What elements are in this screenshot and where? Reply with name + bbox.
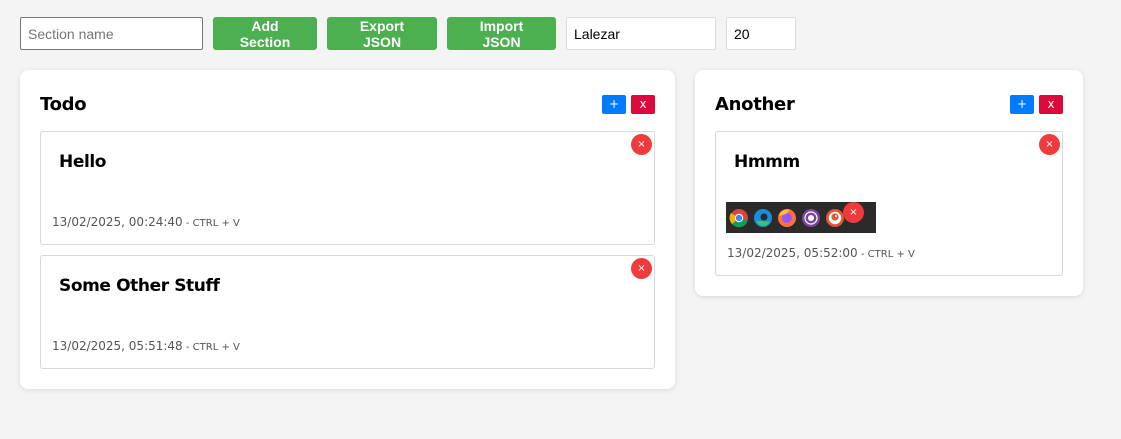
- card-timestamp: 13/02/2025, 05:51:48: [52, 339, 183, 353]
- firefox-icon: [777, 208, 797, 228]
- card-meta: 13/02/2025, 05:52:00 - CTRL + V: [727, 246, 915, 260]
- delete-section-button[interactable]: x: [1039, 94, 1063, 114]
- add-card-button[interactable]: +: [602, 94, 626, 114]
- section-header: Another + x: [715, 92, 1063, 116]
- card-timestamp: 13/02/2025, 05:52:00: [727, 246, 858, 260]
- clip-card[interactable]: Some Other Stuff 13/02/2025, 05:51:48 - …: [40, 255, 655, 369]
- card-source: - CTRL + V: [857, 249, 915, 260]
- font-size-input[interactable]: [726, 17, 796, 50]
- card-title: Hmmm: [734, 152, 800, 172]
- card-timestamp: 13/02/2025, 00:24:40: [52, 215, 183, 229]
- section-actions: + x: [602, 94, 655, 114]
- section-todo: Todo + x Hello 13/02/2025, 00:24:40 - CT…: [20, 70, 675, 389]
- chrome-icon: [729, 208, 749, 228]
- card-source: - CTRL + V: [182, 342, 240, 353]
- section-header: Todo + x: [40, 92, 655, 116]
- section-name-input[interactable]: [20, 17, 203, 50]
- import-json-button[interactable]: Import JSON: [447, 17, 556, 50]
- card-meta: 13/02/2025, 05:51:48 - CTRL + V: [52, 339, 240, 353]
- delete-section-button[interactable]: x: [631, 94, 655, 114]
- close-icon[interactable]: ×: [1039, 134, 1060, 155]
- export-json-button[interactable]: Export JSON: [327, 17, 437, 50]
- section-title: Another: [715, 93, 795, 115]
- close-icon[interactable]: ×: [631, 258, 652, 279]
- add-section-button[interactable]: Add Section: [213, 17, 317, 50]
- section-another: Another + x Hmmm × 13/02/2025, 05:52:00 …: [695, 70, 1083, 296]
- clip-card[interactable]: Hello 13/02/2025, 00:24:40 - CTRL + V ×: [40, 131, 655, 245]
- card-meta: 13/02/2025, 00:24:40 - CTRL + V: [52, 215, 240, 229]
- section-title: Todo: [40, 93, 87, 115]
- image-close-icon[interactable]: ×: [843, 202, 864, 223]
- clip-card[interactable]: Hmmm × 13/02/2025, 05:52:00 - CTRL + V ×: [715, 131, 1063, 276]
- font-name-input[interactable]: [566, 17, 716, 50]
- edge-icon: [753, 208, 773, 228]
- card-source: - CTRL + V: [182, 218, 240, 229]
- duckduckgo-icon: [825, 208, 845, 228]
- card-title: Some Other Stuff: [59, 276, 220, 296]
- card-title: Hello: [59, 152, 107, 172]
- section-actions: + x: [1010, 94, 1063, 114]
- tor-icon: [801, 208, 821, 228]
- add-card-button[interactable]: +: [1010, 94, 1034, 114]
- toolbar: Add Section Export JSON Import JSON: [20, 17, 796, 50]
- close-icon[interactable]: ×: [631, 134, 652, 155]
